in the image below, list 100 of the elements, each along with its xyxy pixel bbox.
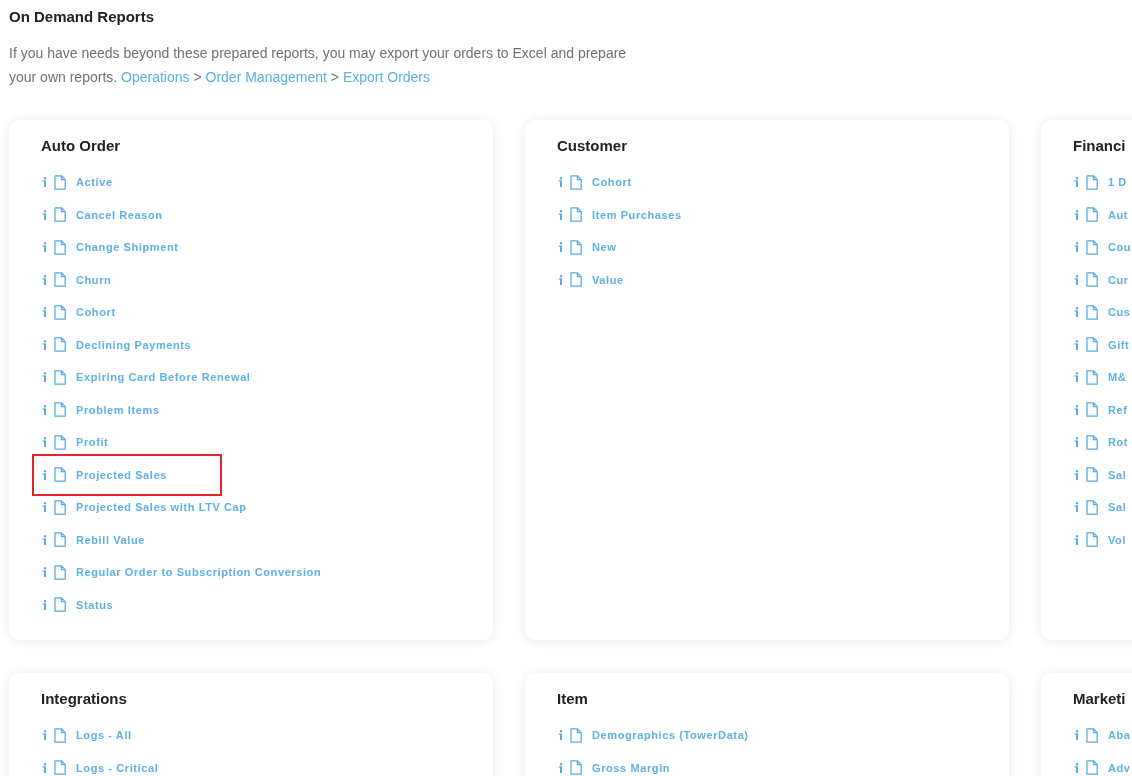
report-link[interactable]: Cancel Reason (76, 207, 163, 222)
info-icon[interactable] (1074, 307, 1079, 318)
info-icon[interactable] (1074, 242, 1079, 253)
report-link[interactable]: Regular Order to Subscription Conversion (76, 565, 322, 580)
info-icon[interactable] (42, 567, 47, 578)
breadcrumb-link[interactable]: Order Management (205, 69, 327, 85)
document-icon (54, 499, 66, 515)
info-icon[interactable] (42, 242, 47, 253)
info-icon[interactable] (1074, 209, 1079, 220)
info-icon[interactable] (1074, 177, 1079, 188)
breadcrumb-link[interactable]: Export Orders (342, 69, 431, 85)
report-link[interactable]: Logs - All (76, 728, 132, 743)
report-link[interactable]: Change Shipment (76, 240, 179, 255)
info-icon[interactable] (558, 762, 563, 773)
info-icon[interactable] (42, 339, 47, 350)
info-icon[interactable] (1074, 762, 1079, 773)
category-title: Financi (1073, 136, 1126, 156)
info-icon[interactable] (42, 209, 47, 220)
info-icon[interactable] (42, 372, 47, 383)
report-link[interactable]: Declining Payments (76, 337, 192, 352)
report-link[interactable]: Rebill Value (76, 532, 145, 547)
report-link[interactable]: Cou (1108, 240, 1132, 255)
document-icon (1086, 532, 1098, 548)
report-link[interactable]: Churn (76, 272, 112, 287)
report-link[interactable]: Cur (1108, 272, 1129, 287)
document-icon (54, 272, 66, 288)
report-link[interactable]: Active (76, 175, 113, 190)
info-icon[interactable] (42, 437, 47, 448)
info-icon[interactable] (558, 177, 563, 188)
report-link[interactable]: Problem Items (76, 402, 160, 417)
document-icon (54, 532, 66, 548)
report-link[interactable]: Adv (1108, 760, 1131, 775)
report-link[interactable]: Value (592, 272, 624, 287)
document-icon (54, 760, 66, 776)
report-link[interactable]: M& (1108, 370, 1127, 385)
report-link[interactable]: Vol (1108, 532, 1127, 547)
intro-text: If you have needs beyond these prepared reports, you may export your orders to Excel and prepare your own reports. Operations > Order Management > Export Orders (9, 44, 628, 87)
info-icon[interactable] (42, 730, 47, 741)
info-icon[interactable] (558, 274, 563, 285)
report-link[interactable]: Projected Sales with LTV Cap (76, 500, 247, 515)
document-icon (54, 304, 66, 320)
info-icon[interactable] (42, 502, 47, 513)
category-title: Item (557, 689, 588, 709)
info-icon[interactable] (1074, 274, 1079, 285)
report-link[interactable]: Ref (1108, 402, 1128, 417)
document-icon (54, 564, 66, 580)
document-icon (570, 174, 582, 190)
info-icon[interactable] (1074, 469, 1079, 480)
report-link[interactable]: Item Purchases (592, 207, 682, 222)
info-icon[interactable] (558, 209, 563, 220)
report-link[interactable]: Cus (1108, 305, 1131, 320)
document-icon (1086, 760, 1098, 776)
info-icon[interactable] (42, 274, 47, 285)
document-icon (1086, 304, 1098, 320)
report-link[interactable]: Sal (1108, 500, 1127, 515)
info-icon[interactable] (1074, 730, 1079, 741)
info-icon[interactable] (558, 242, 563, 253)
category-title: Integrations (41, 689, 127, 709)
info-icon[interactable] (1074, 339, 1079, 350)
report-link[interactable]: Aba (1108, 728, 1131, 743)
report-link[interactable]: Profit (76, 435, 109, 450)
info-icon[interactable] (42, 404, 47, 415)
document-icon (570, 760, 582, 776)
info-icon[interactable] (42, 534, 47, 545)
info-icon[interactable] (1074, 534, 1079, 545)
info-icon[interactable] (42, 177, 47, 188)
report-link[interactable]: 1 D (1108, 175, 1127, 190)
document-icon (54, 434, 66, 450)
report-link[interactable]: Demographics (TowerData) (592, 728, 749, 743)
info-icon[interactable] (42, 599, 47, 610)
document-icon (570, 207, 582, 223)
category-title: Auto Order (41, 136, 121, 156)
document-icon (1086, 239, 1098, 255)
document-icon (1086, 207, 1098, 223)
report-link[interactable]: Logs - Critical (76, 760, 159, 775)
report-link[interactable]: Gift (1108, 337, 1130, 352)
report-link[interactable]: Aut (1108, 207, 1129, 222)
report-link[interactable]: Sal (1108, 467, 1127, 482)
info-icon[interactable] (1074, 502, 1079, 513)
report-link[interactable]: Cohort (76, 305, 116, 320)
document-icon (54, 239, 66, 255)
document-icon (570, 272, 582, 288)
info-icon[interactable] (1074, 437, 1079, 448)
report-link[interactable]: Gross Margin (592, 760, 671, 775)
info-icon[interactable] (42, 469, 47, 480)
info-icon[interactable] (558, 730, 563, 741)
report-link[interactable]: Projected Sales (76, 467, 167, 482)
info-icon[interactable] (1074, 372, 1079, 383)
report-link[interactable]: New (592, 240, 617, 255)
document-icon (54, 402, 66, 418)
report-link[interactable]: Expiring Card Before Renewal (76, 370, 251, 385)
document-icon (1086, 272, 1098, 288)
info-icon[interactable] (42, 307, 47, 318)
info-icon[interactable] (42, 762, 47, 773)
report-link[interactable]: Rot (1108, 435, 1129, 450)
info-icon[interactable] (1074, 404, 1079, 415)
document-icon (1086, 337, 1098, 353)
breadcrumb-link[interactable]: Operations (121, 69, 190, 85)
report-link[interactable]: Status (76, 597, 114, 612)
report-link[interactable]: Cohort (592, 175, 632, 190)
